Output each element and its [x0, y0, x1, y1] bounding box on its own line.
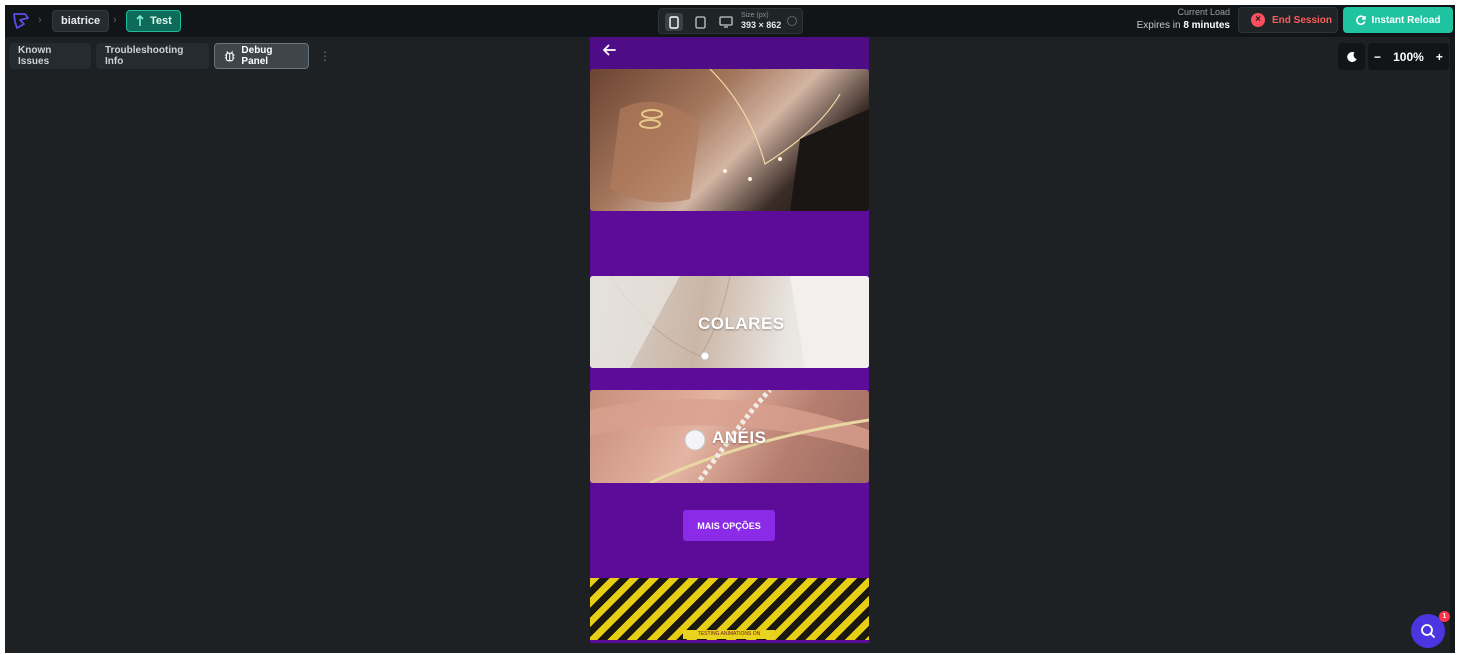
back-arrow-icon[interactable]: [602, 43, 616, 57]
branch-label: Test: [150, 15, 172, 27]
expiry-prefix: Expires in: [1136, 20, 1181, 31]
aneis-category-card[interactable]: ANÉIS: [590, 390, 869, 483]
device-switcher: Size (px) 393 × 862: [658, 8, 803, 34]
more-vertical-icon[interactable]: ⋮: [319, 49, 331, 63]
tablet-icon: [694, 15, 706, 29]
hero-jewelry-image[interactable]: [590, 69, 869, 211]
search-help-icon: [1421, 624, 1435, 638]
app-window: › biatrice › Test Size (px) 393 × 862 Cu…: [5, 5, 1455, 653]
notification-badge: 1: [1439, 611, 1450, 622]
troubleshooting-info-button[interactable]: Troubleshooting Info: [96, 43, 209, 69]
branch-chip[interactable]: Test: [126, 10, 181, 32]
instant-reload-label: Instant Reload: [1371, 14, 1441, 26]
instant-reload-button[interactable]: Instant Reload: [1343, 7, 1453, 33]
logo-icon[interactable]: [11, 11, 31, 31]
debug-icon: [224, 51, 235, 62]
tablet-view-button[interactable]: [691, 13, 709, 31]
top-bar: › biatrice › Test Size (px) 393 × 862 Cu…: [5, 5, 1455, 37]
theme-toggle-button[interactable]: [1338, 43, 1365, 70]
zoom-level: 100%: [1393, 49, 1424, 64]
branch-icon: [136, 15, 144, 26]
breadcrumb-separator: ›: [113, 14, 117, 26]
phone-icon: [669, 15, 679, 29]
moon-icon: [1346, 51, 1357, 62]
more-options-button[interactable]: MAIS OPÇÕES: [683, 510, 775, 541]
current-load-label: Current Load: [1177, 7, 1230, 17]
zoom-control: − 100% +: [1368, 43, 1449, 70]
debug-panel-button[interactable]: Debug Panel: [214, 43, 309, 69]
troubleshooting-label: Troubleshooting Info: [105, 45, 184, 67]
stripe-banner-text: TESTING ANIMATIONS ON SIMULATOR: [683, 630, 775, 639]
zoom-out-button[interactable]: −: [1374, 50, 1381, 64]
aneis-label: ANÉIS: [712, 428, 767, 447]
known-issues-label: Known Issues: [18, 45, 52, 67]
session-expiry: Expires in 8 minutes: [1137, 20, 1230, 31]
expiry-value: 8 minutes: [1183, 20, 1230, 31]
device-size-label: Size (px): [741, 12, 769, 19]
phone-view-button[interactable]: [665, 13, 683, 31]
end-session-label: End Session: [1272, 14, 1333, 26]
device-size-value: 393 × 862: [741, 20, 782, 30]
hero-image-art: [610, 69, 869, 211]
breadcrumb-separator: ›: [38, 14, 42, 26]
debug-stripe-banner: TESTING ANIMATIONS ON SIMULATOR: [590, 578, 869, 640]
project-user-label: biatrice: [61, 15, 101, 27]
end-session-button[interactable]: × End Session: [1238, 7, 1338, 33]
zoom-in-button[interactable]: +: [1436, 50, 1443, 64]
info-icon[interactable]: [787, 16, 797, 26]
debug-panel-label: Debug Panel: [241, 45, 273, 67]
device-preview: COLARES ANÉIS MAIS OPÇÕES TESTING ANIMAT…: [590, 37, 869, 643]
side-scrollbar[interactable]: [1450, 37, 1455, 653]
known-issues-button[interactable]: Known Issues: [9, 43, 91, 69]
close-circle-icon: ×: [1251, 13, 1265, 27]
desktop-icon: [719, 16, 733, 28]
more-options-label: MAIS OPÇÕES: [697, 520, 761, 531]
colares-category-card[interactable]: COLARES: [590, 276, 869, 368]
reload-icon: [1355, 15, 1366, 25]
app-header: [590, 37, 869, 69]
project-user-chip[interactable]: biatrice: [52, 10, 110, 32]
desktop-view-button[interactable]: [717, 13, 735, 31]
colares-label: COLARES: [698, 314, 785, 333]
